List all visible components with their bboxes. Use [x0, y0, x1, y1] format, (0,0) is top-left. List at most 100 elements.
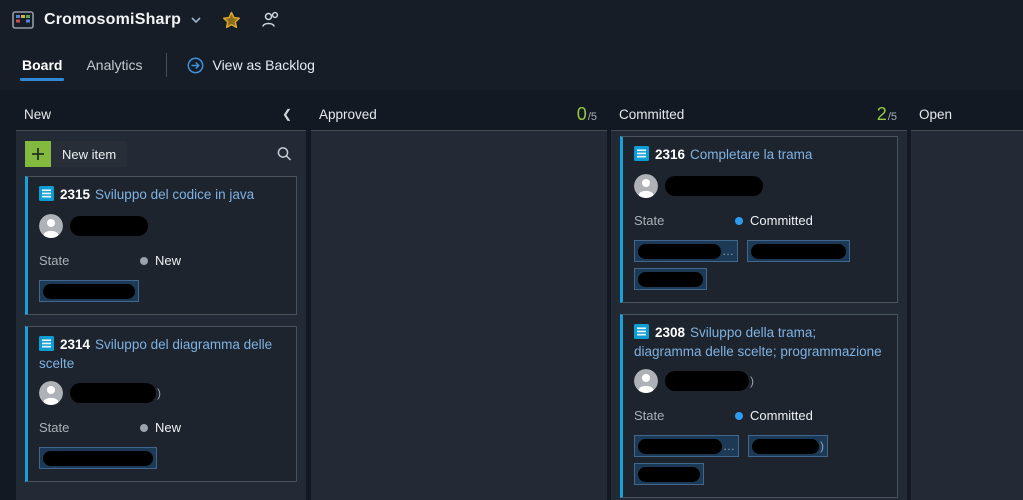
tab-analytics-label: Analytics	[86, 57, 142, 73]
assigned-to-field[interactable]: )	[39, 381, 285, 405]
tag-chip	[39, 447, 157, 469]
state-text: New	[155, 253, 181, 268]
column-approved-header: Approved 0 /5	[311, 98, 607, 130]
state-label: State	[634, 213, 735, 228]
state-dot-icon	[140, 257, 148, 265]
assigned-to-field[interactable]: )	[634, 369, 886, 393]
state-value: New	[140, 253, 181, 268]
column-toolbar: New item	[25, 141, 297, 167]
redaction-suffix: )	[750, 374, 754, 388]
column-name: Open	[919, 107, 952, 122]
tag-redacted	[638, 439, 722, 454]
search-icon[interactable]	[273, 143, 295, 165]
new-item-button[interactable]: New item	[25, 141, 127, 167]
work-item-card-2315[interactable]: 2315 Sviluppo del codice in java State	[25, 176, 297, 315]
work-item-title-link[interactable]: Sviluppo del codice in java	[95, 187, 254, 202]
tag-chip	[39, 280, 139, 302]
assigned-to-field[interactable]	[39, 214, 285, 238]
count-limit: /5	[888, 111, 897, 123]
backlog-item-icon	[39, 336, 54, 355]
column-committed-body: 2316Completare la trama State C	[611, 130, 907, 500]
state-value: Committed	[735, 408, 813, 423]
tag-redacted	[43, 451, 153, 466]
tag-row: …	[634, 240, 886, 262]
backlog-arrow-icon	[187, 57, 204, 74]
tag-chip: …	[634, 435, 739, 457]
project-title: CromosomiSharp	[44, 11, 181, 29]
favorite-star-icon[interactable]	[222, 11, 241, 29]
tag-truncation: …	[722, 244, 734, 258]
column-name: Approved	[319, 107, 377, 122]
column-open: Open	[911, 98, 1023, 500]
work-item-id: 2315	[60, 187, 90, 202]
card-title-row: 2308Sviluppo della trama; diagramma dell…	[634, 324, 886, 360]
new-item-label: New item	[51, 141, 127, 167]
tag-chip	[747, 240, 850, 262]
state-value: New	[140, 420, 181, 435]
assignee-name-redacted	[70, 216, 148, 236]
work-item-card-2314[interactable]: 2314Sviluppo del diagramma delle scelte …	[25, 326, 297, 482]
column-name: Committed	[619, 107, 684, 122]
work-item-id: 2316	[655, 147, 685, 162]
state-text: Committed	[750, 213, 813, 228]
work-item-card-2308[interactable]: 2308Sviluppo della trama; diagramma dell…	[620, 314, 898, 498]
assignee-name-redacted	[665, 176, 763, 196]
tag-redacted	[638, 467, 700, 482]
tag-truncation: )	[820, 439, 824, 453]
state-field: State New	[39, 420, 285, 435]
column-new: New ❮ New item	[16, 98, 306, 500]
backlog-item-icon	[634, 324, 649, 343]
tag-row	[39, 447, 285, 469]
state-dot-icon	[735, 217, 743, 225]
card-title-row: 2314Sviluppo del diagramma delle scelte	[39, 336, 285, 372]
state-text: New	[155, 420, 181, 435]
column-count: 2 /5	[877, 104, 897, 125]
collapse-column-icon[interactable]: ❮	[278, 105, 296, 123]
tag-truncation: …	[723, 439, 735, 453]
chevron-down-icon[interactable]	[190, 16, 202, 24]
tag-chip: …	[634, 240, 738, 262]
column-committed: Committed 2 /5 2316 Completare la trama	[611, 98, 907, 500]
backlog-item-icon	[39, 186, 54, 205]
assignee-name-redacted	[70, 383, 156, 403]
state-field: State Committed	[634, 213, 886, 228]
count-number: 0	[577, 104, 587, 125]
count-limit: /5	[588, 111, 597, 123]
tag-redacted	[638, 244, 721, 259]
tag-redacted	[43, 284, 135, 299]
work-item-id: 2308	[655, 325, 685, 340]
column-approved-body	[311, 130, 607, 500]
state-label: State	[39, 420, 140, 435]
tag-chip	[634, 268, 707, 290]
card-title-row: 2315 Sviluppo del codice in java	[39, 186, 285, 205]
count-number: 2	[877, 104, 887, 125]
tab-analytics[interactable]: Analytics	[84, 40, 144, 90]
assignee-name-redacted	[665, 371, 749, 391]
state-text: Committed	[750, 408, 813, 423]
column-count: 0 /5	[577, 104, 597, 125]
tab-divider	[166, 53, 167, 77]
state-field: State New	[39, 253, 285, 268]
tab-board[interactable]: Board	[20, 40, 64, 90]
avatar-icon	[634, 174, 658, 198]
redaction-suffix: )	[157, 386, 161, 400]
backlog-item-icon	[634, 146, 649, 165]
assigned-to-field[interactable]	[634, 174, 886, 198]
column-new-body: New item 2315Sviluppo de	[16, 130, 306, 500]
work-item-card-2316[interactable]: 2316Completare la trama State C	[620, 136, 898, 303]
tag-redacted	[752, 439, 819, 454]
column-committed-header: Committed 2 /5	[611, 98, 907, 130]
tag-redacted	[751, 244, 846, 259]
card-list: 2316Completare la trama State C	[620, 131, 898, 498]
avatar-icon	[39, 381, 63, 405]
invite-person-add-icon[interactable]	[261, 11, 279, 29]
tag-row	[634, 268, 886, 290]
work-item-title-link[interactable]: Completare la trama	[690, 147, 812, 162]
tag-row: … )	[634, 435, 886, 457]
state-dot-icon	[140, 424, 148, 432]
view-as-backlog-button[interactable]: View as Backlog	[187, 40, 314, 90]
column-name: New	[24, 107, 51, 122]
state-label: State	[39, 253, 140, 268]
avatar-icon	[39, 214, 63, 238]
tag-redacted	[638, 272, 703, 287]
